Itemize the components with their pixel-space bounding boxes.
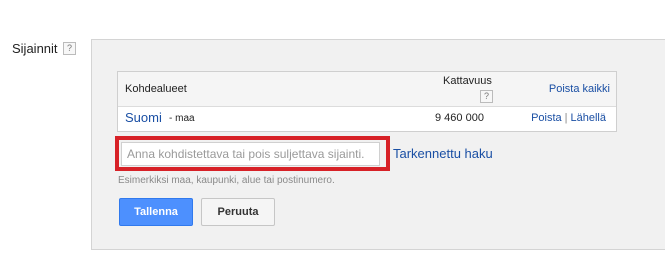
reach-help-icon[interactable]: ? [480, 90, 493, 103]
table-header: Kohdealueet Kattavuus ? Poista kaikki [118, 72, 616, 107]
locations-table: Kohdealueet Kattavuus ? Poista kaikki Su… [117, 71, 617, 132]
column-header-reach: Kattavuus [443, 75, 492, 87]
nearby-link[interactable]: Lähellä [571, 112, 606, 124]
advanced-search-link[interactable]: Tarkennettu haku [393, 146, 493, 161]
remove-location-link[interactable]: Poista [531, 112, 562, 124]
help-icon[interactable]: ? [63, 42, 76, 55]
column-header-target-areas: Kohdealueet [125, 83, 187, 95]
cancel-button[interactable]: Peruuta [201, 198, 275, 226]
remove-all-link[interactable]: Poista kaikki [549, 83, 610, 95]
search-hint: Esimerkiksi maa, kaupunki, alue tai post… [118, 175, 335, 186]
location-name-link[interactable]: Suomi [125, 110, 162, 125]
save-button[interactable]: Tallenna [119, 198, 193, 226]
location-type: - maa [169, 113, 195, 124]
row-actions: Poista | Lähellä [531, 112, 606, 124]
locations-label: Sijainnit [12, 41, 58, 56]
location-search-input[interactable] [121, 142, 380, 166]
table-row: Suomi - maa 9 460 000 Poista | Lähellä [118, 107, 616, 131]
action-separator: | [564, 112, 568, 124]
location-reach: 9 460 000 [435, 112, 484, 124]
